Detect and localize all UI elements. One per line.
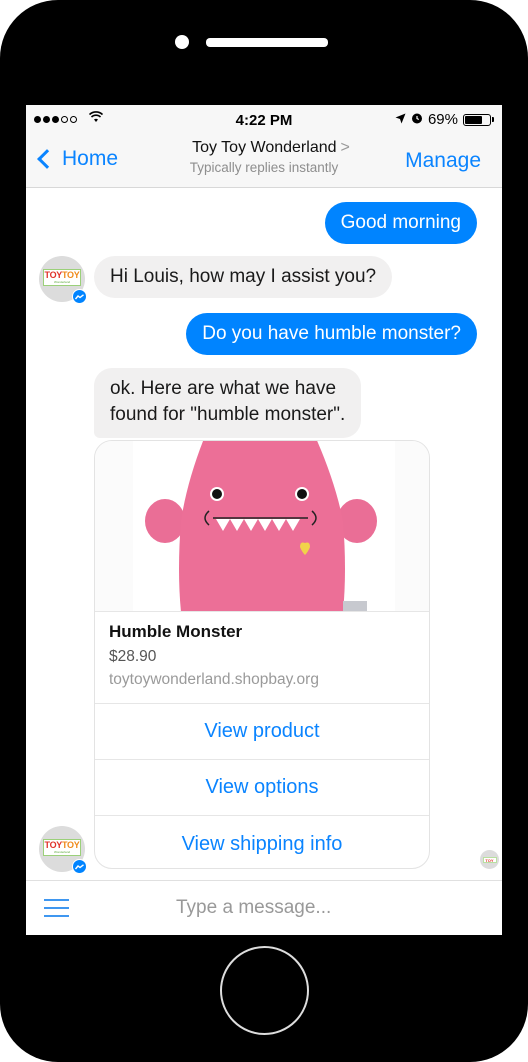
- page-title: Toy Toy Wonderland: [192, 139, 337, 156]
- seen-indicator-avatar: TOY: [480, 850, 499, 869]
- earpiece-speaker: [206, 38, 328, 47]
- view-options-button[interactable]: View options: [95, 760, 429, 816]
- message-line: found for "humble monster".: [110, 404, 346, 425]
- toytoy-logo: TOYTOY Wonderland: [43, 839, 81, 856]
- message-input[interactable]: [176, 895, 476, 921]
- hamburger-menu-icon[interactable]: [44, 899, 69, 919]
- product-image[interactable]: [95, 441, 429, 612]
- phone-frame: 4:22 PM 69% Home Toy Toy Wonderland > Ty…: [0, 0, 528, 1062]
- toytoy-logo: TOYTOY Wonderland: [43, 269, 81, 286]
- messenger-icon: [72, 859, 87, 874]
- view-shipping-info-button[interactable]: View shipping info: [95, 816, 429, 868]
- home-button[interactable]: [220, 946, 309, 1035]
- battery-icon: [463, 113, 491, 126]
- message-outgoing: Do you have humble monster?: [186, 313, 477, 355]
- humble-monster-image: [133, 441, 395, 611]
- page-avatar[interactable]: TOYTOY Wonderland: [39, 826, 87, 874]
- location-arrow-icon: [395, 112, 406, 127]
- battery-tip: [492, 117, 494, 122]
- navigation-bar: Home Toy Toy Wonderland > Typically repli…: [26, 135, 502, 188]
- messenger-screen: 4:22 PM 69% Home Toy Toy Wonderland > Ty…: [26, 105, 502, 935]
- product-card: Humble Monster $28.90 toytoywonderland.s…: [94, 440, 430, 869]
- message-incoming: ok. Here are what we have found for "hum…: [94, 368, 362, 438]
- front-camera: [175, 35, 189, 49]
- alarm-clock-icon: [411, 112, 423, 127]
- product-url[interactable]: toytoywonderland.shopbay.org: [109, 671, 415, 689]
- chevron-right-icon: >: [340, 139, 350, 156]
- message-incoming: Hi Louis, how may I assist you?: [94, 256, 393, 298]
- message-outgoing: Good morning: [324, 202, 477, 244]
- message-composer: [26, 880, 502, 935]
- battery-level: [465, 115, 482, 124]
- messenger-icon: [72, 289, 87, 304]
- view-product-button[interactable]: View product: [95, 704, 429, 760]
- status-bar: 4:22 PM 69%: [26, 105, 502, 135]
- product-price: $28.90: [109, 648, 157, 665]
- product-info[interactable]: Humble Monster $28.90 toytoywonderland.s…: [95, 612, 429, 704]
- status-right-group: 69%: [395, 111, 494, 128]
- page-avatar[interactable]: TOYTOY Wonderland: [39, 256, 87, 304]
- manage-button[interactable]: Manage: [405, 149, 481, 173]
- battery-percent: 69%: [427, 111, 458, 128]
- message-line: ok. Here are what we have: [110, 378, 337, 399]
- product-title: Humble Monster: [109, 622, 243, 641]
